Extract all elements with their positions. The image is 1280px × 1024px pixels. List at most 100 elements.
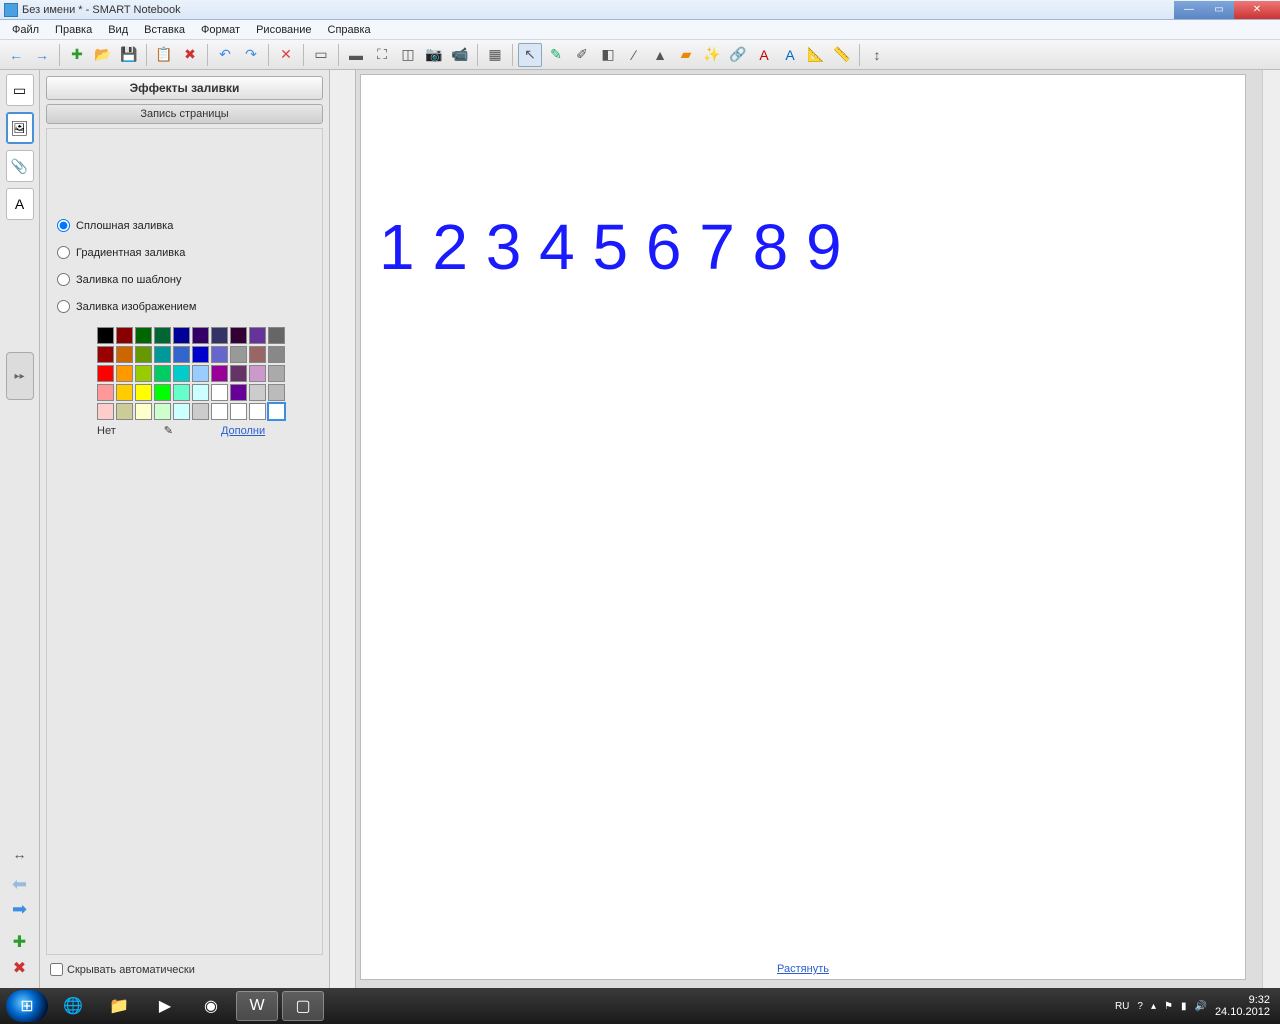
link-icon[interactable]: 🔗: [726, 43, 750, 67]
taskbar-chrome-icon[interactable]: ◉: [190, 991, 232, 1021]
swatch[interactable]: [135, 403, 152, 420]
delete-page-icon[interactable]: ✖: [13, 958, 26, 978]
autohide-checkbox[interactable]: Скрывать автоматически: [46, 959, 323, 982]
swatch[interactable]: [154, 403, 171, 420]
text-style-icon[interactable]: A: [778, 43, 802, 67]
menu-формат[interactable]: Формат: [193, 22, 248, 38]
page-sorter-tab[interactable]: ▭: [6, 74, 34, 106]
stretch-link[interactable]: Растянуть: [777, 963, 829, 975]
shapes-icon[interactable]: ▲: [648, 43, 672, 67]
add-page-icon[interactable]: ✚: [65, 43, 89, 67]
taskbar-media-icon[interactable]: ▶: [144, 991, 186, 1021]
line-icon[interactable]: ∕: [622, 43, 646, 67]
no-fill-label[interactable]: Нет: [97, 425, 116, 437]
ruler-icon[interactable]: 📏: [830, 43, 854, 67]
canvas-text[interactable]: 1 2 3 4 5 6 7 8 9: [379, 210, 842, 284]
swatch[interactable]: [135, 365, 152, 382]
swatch[interactable]: [173, 384, 190, 401]
swatch[interactable]: [154, 365, 171, 382]
save-icon[interactable]: 💾: [117, 43, 141, 67]
swatch[interactable]: [211, 403, 228, 420]
taskbar-ie-icon[interactable]: 🌐: [52, 991, 94, 1021]
tray-chevron-icon[interactable]: ▴: [1151, 1001, 1156, 1012]
fill-radio-image[interactable]: [57, 300, 70, 313]
fill-radio-gradient[interactable]: [57, 246, 70, 259]
swatch[interactable]: [268, 346, 285, 363]
menu-вид[interactable]: Вид: [100, 22, 136, 38]
fill-icon[interactable]: ▰: [674, 43, 698, 67]
fill-radio-solid[interactable]: [57, 219, 70, 232]
swatch[interactable]: [249, 403, 266, 420]
menu-правка[interactable]: Правка: [47, 22, 100, 38]
delete-icon[interactable]: ✖: [178, 43, 202, 67]
swatch[interactable]: [135, 327, 152, 344]
nav-prev-icon[interactable]: ⬅: [12, 874, 27, 895]
tray-clock[interactable]: 9:32 24.10.2012: [1215, 994, 1274, 1018]
swatch[interactable]: [211, 327, 228, 344]
swatch[interactable]: [211, 365, 228, 382]
swatch[interactable]: [230, 346, 247, 363]
menu-справка[interactable]: Справка: [320, 22, 379, 38]
start-button[interactable]: ⊞: [6, 990, 48, 1022]
swatch[interactable]: [230, 384, 247, 401]
redo-icon[interactable]: ↷: [239, 43, 263, 67]
fill-option-image[interactable]: Заливка изображением: [57, 300, 312, 313]
swatch[interactable]: [97, 346, 114, 363]
autohide-input[interactable]: [50, 963, 63, 976]
panel-subheader[interactable]: Запись страницы: [46, 104, 323, 124]
swatch[interactable]: [211, 346, 228, 363]
swatch[interactable]: [154, 384, 171, 401]
gallery-tab[interactable]: 🖼: [6, 112, 34, 144]
fullscreen-icon[interactable]: ⛶: [370, 43, 394, 67]
taskbar-explorer-icon[interactable]: 📁: [98, 991, 140, 1021]
swatch[interactable]: [211, 384, 228, 401]
swatch[interactable]: [249, 346, 266, 363]
screen-shade-icon[interactable]: ▬: [344, 43, 368, 67]
text-icon[interactable]: A: [752, 43, 776, 67]
swatch[interactable]: [192, 346, 209, 363]
swatch[interactable]: [97, 403, 114, 420]
swatch[interactable]: [116, 403, 133, 420]
swatch[interactable]: [97, 327, 114, 344]
swatch[interactable]: [249, 327, 266, 344]
properties-tab[interactable]: A: [6, 188, 34, 220]
collapse-panel-button[interactable]: ▸▸: [6, 352, 34, 400]
fill-option-gradient[interactable]: Градиентная заливка: [57, 246, 312, 259]
swatch[interactable]: [192, 327, 209, 344]
pen-icon[interactable]: ✎: [544, 43, 568, 67]
swatch[interactable]: [154, 346, 171, 363]
nav-back-icon[interactable]: ←: [4, 43, 28, 67]
undo-icon[interactable]: ↶: [213, 43, 237, 67]
swatch[interactable]: [230, 327, 247, 344]
swatch[interactable]: [249, 365, 266, 382]
swatch[interactable]: [249, 384, 266, 401]
paste-icon[interactable]: 📋: [152, 43, 176, 67]
swatch[interactable]: [230, 403, 247, 420]
taskbar-notebook-icon[interactable]: ▢: [282, 991, 324, 1021]
fill-option-solid[interactable]: Сплошная заливка: [57, 219, 312, 232]
add-page-icon[interactable]: ✚: [13, 932, 26, 952]
swatch[interactable]: [192, 403, 209, 420]
select-icon[interactable]: ↖: [518, 43, 542, 67]
swatch[interactable]: [173, 403, 190, 420]
menu-рисование[interactable]: Рисование: [248, 22, 319, 38]
magic-pen-icon[interactable]: ✨: [700, 43, 724, 67]
swatch[interactable]: [230, 365, 247, 382]
tray-lang[interactable]: RU: [1115, 1001, 1129, 1012]
more-colors-link[interactable]: Дополни: [221, 425, 265, 437]
show-hide-icon[interactable]: ▭: [309, 43, 333, 67]
tray-network-icon[interactable]: ▮: [1181, 1001, 1187, 1012]
swatch[interactable]: [97, 384, 114, 401]
remove-icon[interactable]: ✕: [274, 43, 298, 67]
swatch[interactable]: [135, 384, 152, 401]
swatch[interactable]: [268, 384, 285, 401]
swatch[interactable]: [268, 365, 285, 382]
creative-pen-icon[interactable]: ✐: [570, 43, 594, 67]
doc-camera-icon[interactable]: 📹: [448, 43, 472, 67]
swatch[interactable]: [135, 346, 152, 363]
resize-icon[interactable]: ↔: [10, 846, 30, 862]
open-icon[interactable]: 📂: [91, 43, 115, 67]
menu-вставка[interactable]: Вставка: [136, 22, 193, 38]
swatch[interactable]: [116, 327, 133, 344]
minimize-button[interactable]: —: [1174, 1, 1204, 19]
